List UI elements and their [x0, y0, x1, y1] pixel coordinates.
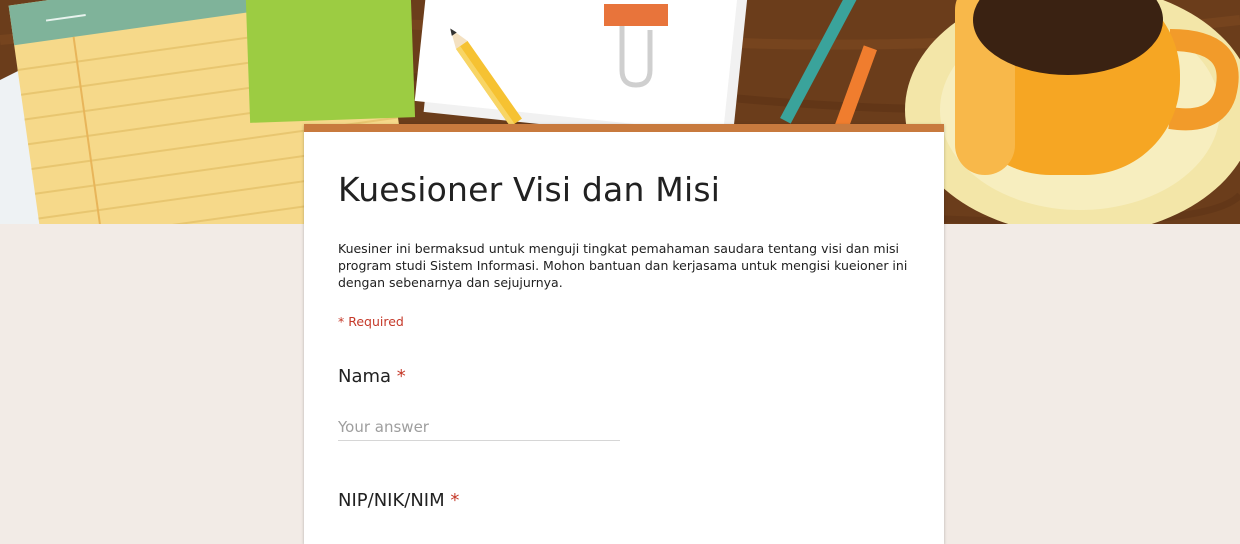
question-label-text: NIP/NIK/NIM [338, 490, 445, 511]
question-label-nip: NIP/NIK/NIM * [338, 490, 459, 511]
question-label-text: Nama [338, 366, 392, 387]
required-asterisk: * [396, 366, 406, 387]
nama-answer-input[interactable] [338, 414, 620, 441]
form-title: Kuesioner Visi dan Misi [338, 170, 721, 209]
required-note: * Required [338, 314, 404, 329]
required-asterisk: * [450, 490, 460, 511]
form-card: Kuesioner Visi dan Misi Kuesiner ini ber… [304, 124, 944, 544]
question-label-nama: Nama * [338, 366, 406, 387]
form-description: Kuesiner ini bermaksud untuk menguji tin… [338, 241, 908, 290]
